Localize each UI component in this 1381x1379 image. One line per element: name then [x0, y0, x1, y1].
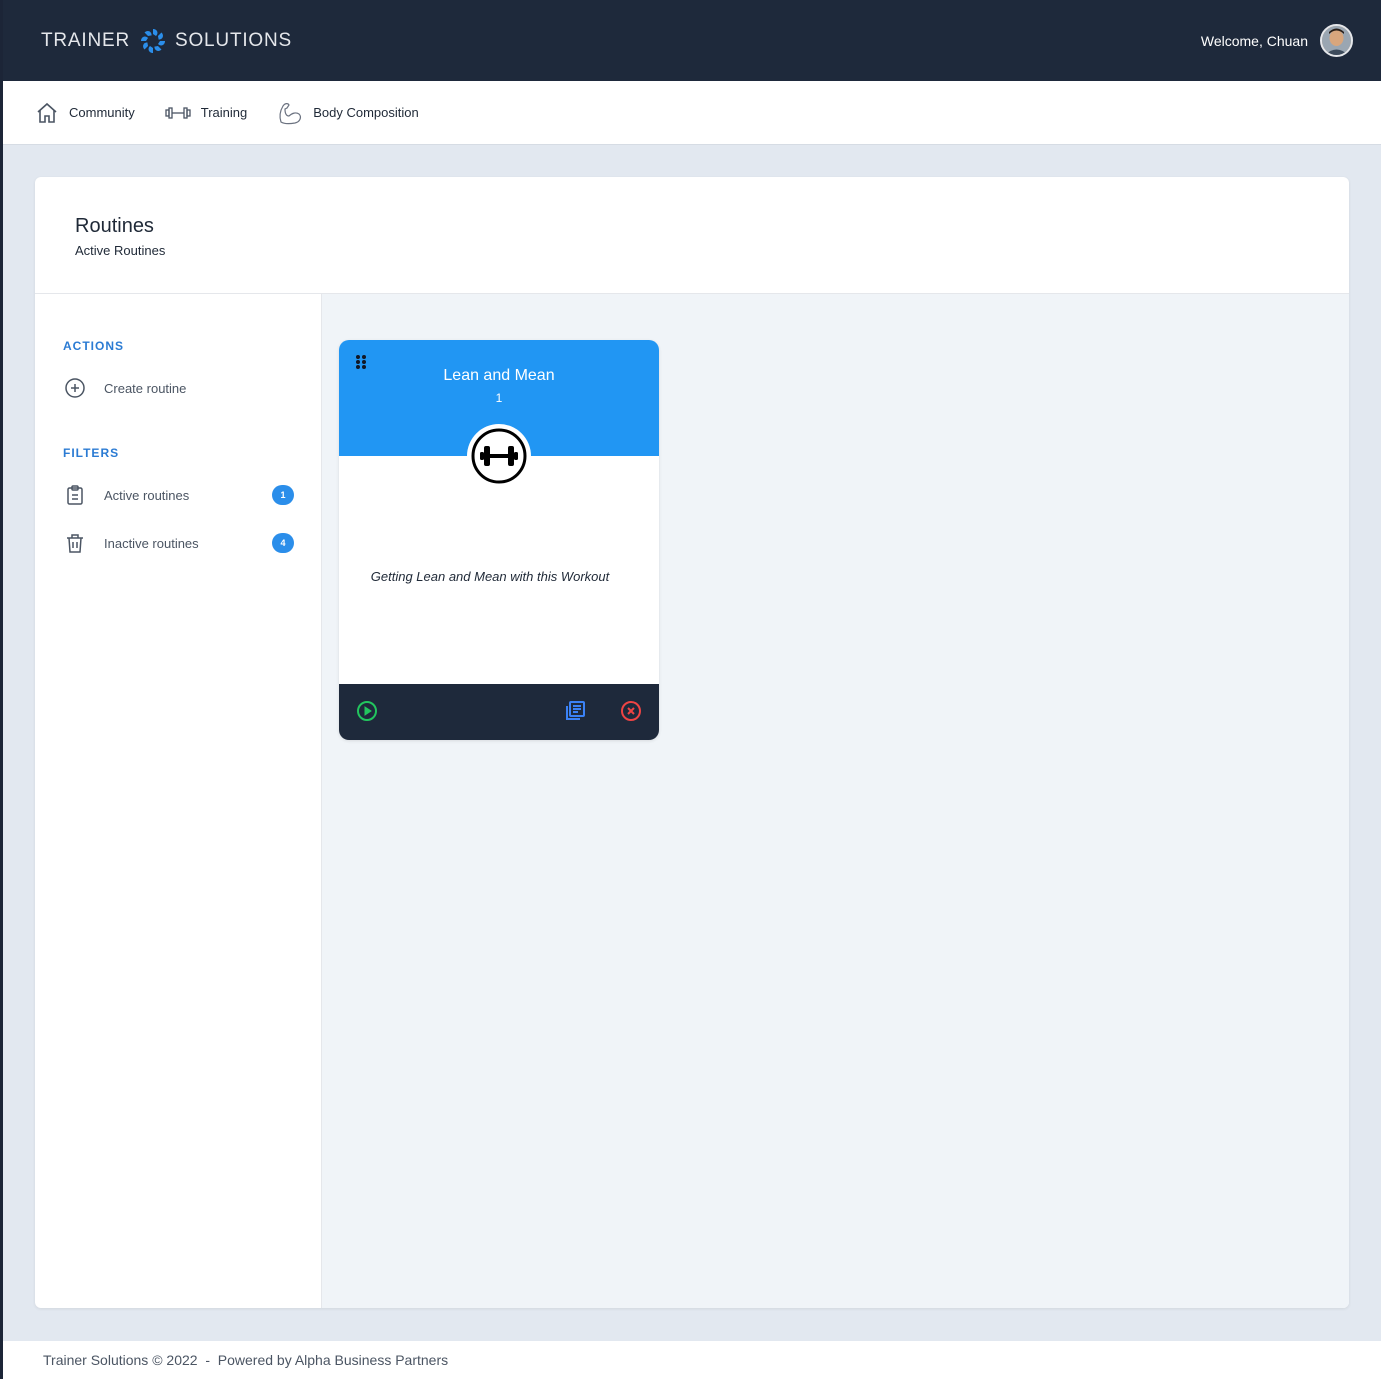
brand-swirl-icon: [141, 28, 165, 53]
brand-text-right: SOLUTIONS: [175, 29, 292, 51]
main-nav: Community Training Body Composition: [3, 81, 1381, 145]
routines-panel: Routines Active Routines ACTIONS Create …: [35, 177, 1349, 1308]
start-routine-button[interactable]: [356, 700, 378, 722]
window-edge: [0, 0, 3, 1379]
page-subtitle: Active Routines: [75, 243, 166, 258]
actions-heading: ACTIONS: [63, 339, 124, 353]
nav-item-body-composition[interactable]: Body Composition: [277, 100, 419, 126]
nav-label: Community: [69, 105, 135, 120]
play-circle-icon: [357, 701, 377, 721]
nav-label: Training: [200, 105, 248, 120]
filter-label: Active routines: [104, 487, 190, 503]
count-badge: 1: [272, 485, 294, 505]
page-title: Routines: [75, 215, 154, 237]
nav-item-training[interactable]: Training: [165, 101, 247, 125]
count-badge: 4: [272, 533, 294, 553]
flexed-arm-icon: [279, 102, 302, 124]
routine-description: Getting Lean and Mean with this Workout: [370, 569, 610, 584]
routine-count: 1: [495, 391, 503, 405]
create-routine-label: Create routine: [104, 380, 187, 396]
nav-label: Body Composition: [313, 105, 419, 120]
user-menu[interactable]: Welcome, Chuan: [1201, 24, 1353, 57]
plus-circle-icon: [65, 378, 85, 398]
home-icon: [37, 102, 57, 123]
avatar-photo: [1322, 26, 1351, 55]
avatar[interactable]: [1320, 24, 1353, 57]
routine-card[interactable]: Lean and Mean 1 Getting Lean and Mean wi…: [339, 340, 659, 740]
routine-badge: [467, 424, 531, 488]
sidebar: ACTIONS Create routine FILTERS Active ro…: [35, 294, 322, 1308]
footer-text: Trainer Solutions © 2022 - Powered by Al…: [43, 1352, 449, 1368]
routine-card-actions: [339, 684, 659, 740]
page-footer: Trainer Solutions © 2022 - Powered by Al…: [3, 1341, 1381, 1379]
filters-heading: FILTERS: [63, 446, 120, 460]
delete-routine-button[interactable]: [620, 700, 642, 722]
clipboard-icon: [67, 485, 83, 505]
top-header: TRAINER SOLUTIONS Welcome, Chuan: [3, 0, 1381, 81]
dumbbell-icon: [471, 428, 527, 484]
filter-active-routines[interactable]: Active routines 1: [64, 483, 294, 507]
trash-icon: [67, 534, 83, 553]
dumbbell-icon: [165, 106, 191, 119]
document-list-icon: [566, 701, 585, 720]
close-circle-icon: [621, 701, 641, 721]
create-routine-button[interactable]: Create routine: [64, 376, 294, 400]
routines-grid: Lean and Mean 1 Getting Lean and Mean wi…: [322, 294, 1349, 1308]
welcome-text: Welcome, Chuan: [1200, 32, 1308, 49]
filter-inactive-routines[interactable]: Inactive routines 4: [64, 531, 294, 555]
nav-item-community[interactable]: Community: [35, 101, 135, 125]
panel-header: Routines Active Routines: [35, 177, 1349, 294]
drag-handle-icon[interactable]: [355, 354, 367, 370]
routine-name: Lean and Mean: [443, 367, 555, 384]
view-routine-button[interactable]: [564, 700, 586, 722]
filter-label: Inactive routines: [104, 535, 199, 551]
brand-text-left: TRAINER: [41, 29, 130, 51]
brand-logo[interactable]: TRAINER SOLUTIONS: [41, 28, 292, 54]
